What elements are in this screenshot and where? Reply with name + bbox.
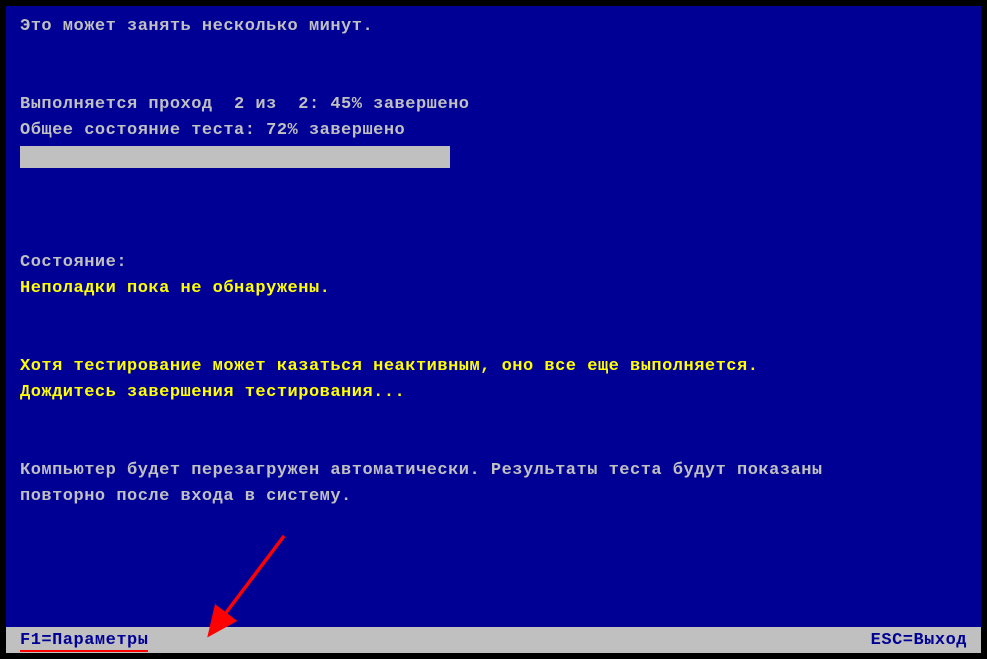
- wait-message: Это может занять несколько минут.: [20, 14, 967, 40]
- spacer: [20, 302, 967, 328]
- spacer: [20, 40, 967, 66]
- f1-options-hotkey[interactable]: F1=Параметры: [20, 631, 148, 650]
- spacer: [20, 198, 967, 224]
- restart-info-line2: повторно после входа в систему.: [20, 484, 967, 510]
- spacer: [20, 432, 967, 458]
- restart-info-line1: Компьютер будет перезагружен автоматичес…: [20, 458, 967, 484]
- status-bar: F1=Параметры ESC=Выход: [6, 627, 981, 653]
- progress-bar: [20, 146, 450, 168]
- no-problems-text: Неполадки пока не обнаружены.: [20, 276, 967, 302]
- status-label: Состояние:: [20, 250, 967, 276]
- annotation-arrow-icon: [204, 528, 294, 638]
- inactive-warning-text: Хотя тестирование может казаться неактив…: [20, 354, 967, 380]
- spacer: [20, 328, 967, 354]
- spacer: [20, 224, 967, 250]
- wait-completion-text: Дождитесь завершения тестирования...: [20, 380, 967, 406]
- f1-label: F1=Параметры: [20, 631, 148, 652]
- esc-exit-hotkey[interactable]: ESC=Выход: [871, 631, 967, 650]
- spacer: [20, 172, 967, 198]
- overall-status-text: Общее состояние теста: 72% завершено: [20, 118, 967, 144]
- spacer: [20, 406, 967, 432]
- memory-diagnostic-screen: Это может занять несколько минут. Выполн…: [6, 6, 981, 653]
- pass-progress-text: Выполняется проход 2 из 2: 45% завершено: [20, 92, 967, 118]
- spacer: [20, 66, 967, 92]
